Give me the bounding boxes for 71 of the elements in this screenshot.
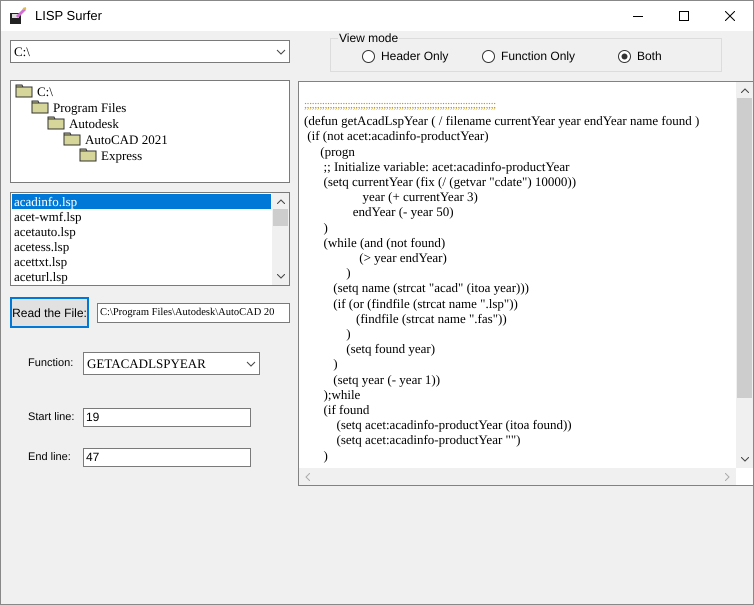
start-line-label: Start line: xyxy=(28,410,76,426)
folder-icon xyxy=(15,84,33,98)
function-label: Function: xyxy=(28,356,74,372)
code-line: (while (and (not found) xyxy=(322,234,446,250)
folder-label[interactable]: C:\ xyxy=(37,84,53,98)
drive-combo[interactable]: C:\ xyxy=(10,40,290,63)
scroll-thumb[interactable] xyxy=(273,209,288,226)
file-item[interactable]: acet-wmf.lsp xyxy=(12,209,271,224)
radio-label[interactable]: Both xyxy=(637,47,662,65)
code-line: ) xyxy=(345,265,351,280)
function-combo[interactable]: GETACADLSPYEAR xyxy=(83,352,260,375)
end-line-field[interactable]: 47 xyxy=(83,448,251,467)
file-item[interactable]: aceturl.lsp xyxy=(12,269,271,284)
scroll-down-icon[interactable] xyxy=(276,274,284,279)
code-line: year (+ currentYear 3) xyxy=(362,189,478,204)
folder-label[interactable]: AutoCAD 2021 xyxy=(85,132,168,146)
code-line: (findfile (strcat name ".fas")) xyxy=(355,310,507,326)
code-line: (setq acet:acadinfo-productYear "") xyxy=(336,432,520,448)
code-line: (if (or (findfile (strcat name ".lsp")) xyxy=(332,296,518,311)
separator-line: ;;;;;;;;;;;;;;;;;;;;;;;;;;;;;;;;;;;;;;;;;;;;;;;;;;;;;;;;;;;;;;;;;;;;;;;;;;; xyxy=(304,98,496,113)
folder-icon xyxy=(79,148,97,162)
radio-button[interactable] xyxy=(618,50,631,62)
view-mode-label: View mode xyxy=(338,31,400,45)
code-line: (if found xyxy=(322,402,370,418)
code-line: ) xyxy=(322,220,328,235)
radio-label[interactable]: Header Only xyxy=(381,47,448,65)
scroll-up-icon[interactable] xyxy=(740,88,748,93)
scroll-thumb[interactable] xyxy=(737,98,752,398)
folder-icon xyxy=(31,100,49,114)
scroll-up-icon[interactable] xyxy=(276,199,284,204)
close-icon xyxy=(725,11,735,21)
folder-label[interactable]: Autodesk xyxy=(69,116,119,130)
code-line: (progn xyxy=(319,144,355,159)
folder-icon xyxy=(63,132,81,146)
code-line: ;; Initialize variable: acet:acadinfo-productYear xyxy=(324,158,570,174)
file-item[interactable]: acetauto.lsp xyxy=(12,224,271,239)
file-item[interactable]: acetess.lsp xyxy=(12,239,271,254)
app-icon xyxy=(9,7,27,25)
code-line: ) xyxy=(322,448,328,463)
code-line: (if (not acet:acadinfo-productYear) xyxy=(306,128,489,144)
file-path-field[interactable]: C:\Program Files\Autodesk\AutoCAD 20 xyxy=(97,302,290,322)
file-item[interactable]: acettxt.lsp xyxy=(12,254,271,269)
radio-button[interactable] xyxy=(482,50,495,62)
vertical-scrollbar[interactable] xyxy=(736,82,753,468)
code-line: );while xyxy=(322,386,360,402)
maximize-icon xyxy=(679,11,689,21)
code-line: ) xyxy=(345,326,351,342)
window-title: LISP Surfer xyxy=(35,7,102,26)
code-line: (setq name (strcat "acad" (itoa year))) xyxy=(332,280,530,296)
radio-label[interactable]: Function Only xyxy=(501,47,576,65)
radio-button[interactable] xyxy=(362,50,375,62)
code-line: (setq found year) xyxy=(345,341,436,356)
file-path-text: C:\Program Files\Autodesk\AutoCAD 20 xyxy=(100,306,274,318)
file-item[interactable]: acadinfo.lsp xyxy=(12,194,271,209)
code-line: ) xyxy=(332,356,338,372)
code-line: (setq currentYear (fix (/ (getvar "cdate") 10000)) xyxy=(322,174,576,190)
start-line-field[interactable]: 19 xyxy=(83,408,251,427)
code-line: (setq acet:acadinfo-productYear (itoa found)) xyxy=(336,417,572,432)
code-line: (defun getAcadLspYear ( / filename currentYear year endYear name found ) xyxy=(304,113,700,128)
read-file-button[interactable]: Read the File: xyxy=(10,297,89,328)
chevron-down-icon xyxy=(246,360,256,366)
code-line: (setq year (- year 1)) xyxy=(332,372,440,387)
scrollbar[interactable] xyxy=(272,193,289,285)
code-line: (> year endYear) xyxy=(358,250,447,266)
scroll-down-icon[interactable] xyxy=(740,457,748,462)
end-line-label: End line: xyxy=(28,450,72,466)
folder-label[interactable]: Express xyxy=(101,148,142,162)
folder-icon xyxy=(47,116,65,130)
code-line: endYear (- year 50) xyxy=(352,204,454,220)
folder-label[interactable]: Program Files xyxy=(53,100,126,114)
chevron-down-icon xyxy=(276,48,286,54)
